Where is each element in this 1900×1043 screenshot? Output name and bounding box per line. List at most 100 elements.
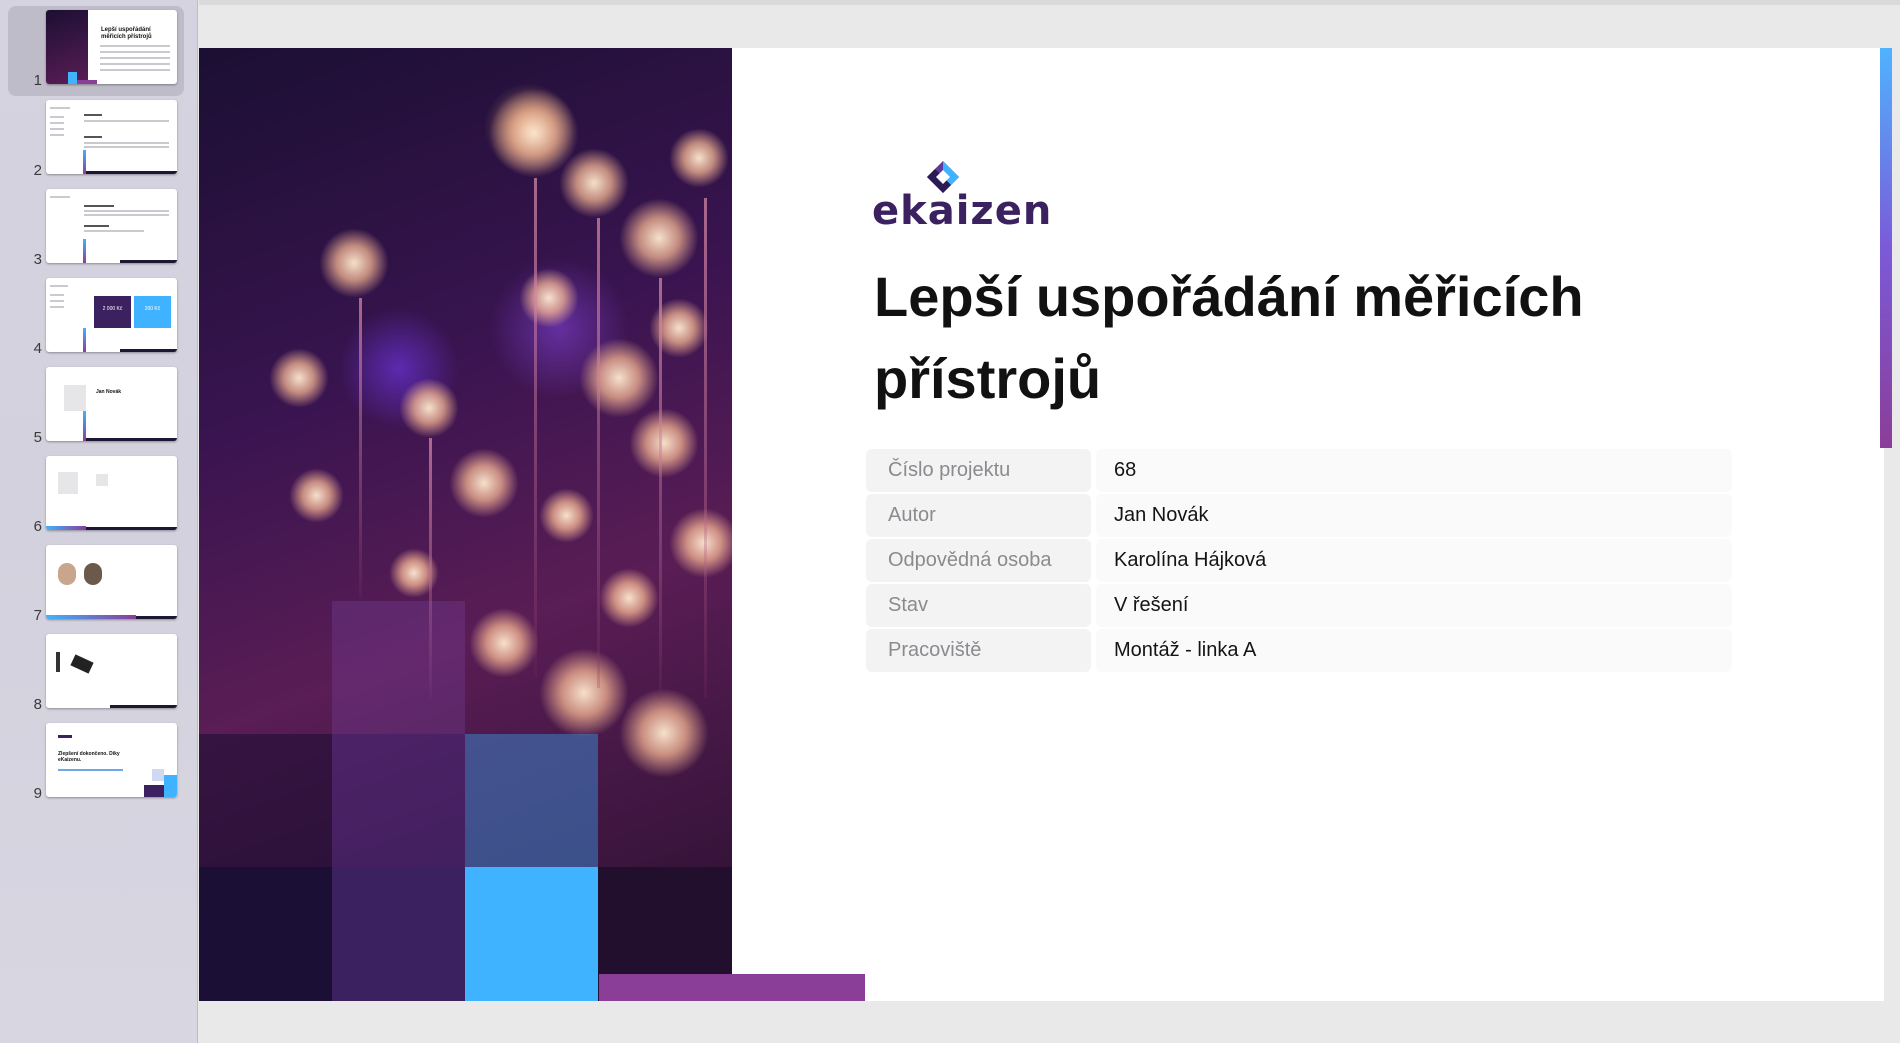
slide-thumbnail-2[interactable]: 2 <box>0 100 198 186</box>
slide-number: 9 <box>33 785 42 802</box>
thumbnail-preview <box>46 100 177 174</box>
bokeh-light <box>619 198 699 278</box>
thumb-bar <box>120 260 177 263</box>
thumb-block <box>164 775 177 797</box>
slide-number: 3 <box>33 251 42 268</box>
thumbnail-preview: Jan Novák <box>46 367 177 441</box>
avatar-icon <box>64 385 86 411</box>
bokeh-light <box>289 468 344 523</box>
vertical-scrollbar[interactable] <box>1880 48 1892 448</box>
thumb-title: Zlepšení dokončeno. Díky eKaizenu. <box>58 751 120 763</box>
bokeh-light <box>649 298 709 358</box>
thumb-link-line <box>58 769 123 771</box>
thumb-bar <box>120 349 177 352</box>
bokeh-light <box>449 448 519 518</box>
bokeh-light <box>469 608 539 678</box>
info-row-project-number: Číslo projektu 68 <box>866 449 1732 494</box>
slide-title[interactable]: Lepší uspořádání měřicích přístrojů <box>874 256 1654 420</box>
info-label: Pracoviště <box>866 629 1091 672</box>
bokeh-light <box>399 378 459 438</box>
device-icon <box>70 654 94 674</box>
bulb-stem <box>534 178 537 678</box>
thumb-line <box>100 45 170 47</box>
bokeh-light <box>669 128 729 188</box>
thumb-bar <box>110 705 177 708</box>
thumb-line <box>84 146 169 148</box>
thumb-line <box>84 230 144 232</box>
info-label: Autor <box>866 494 1091 537</box>
thumb-accent <box>83 411 86 441</box>
overlay-block <box>332 601 465 734</box>
slide-thumbnail-3[interactable]: 3 <box>0 189 198 275</box>
slide-thumbnail-5[interactable]: 5 Jan Novák <box>0 367 198 453</box>
slide-thumbnail-4[interactable]: 4 2 000 Kč 200 Kč <box>0 278 198 364</box>
bokeh-light <box>669 508 732 578</box>
thumb-bar <box>86 171 177 174</box>
slide-thumbnail-7[interactable]: 7 <box>0 545 198 631</box>
info-value: 68 <box>1096 449 1732 492</box>
thumb-line <box>84 210 169 212</box>
slide-thumbnail-8[interactable]: 8 <box>0 634 198 720</box>
info-label: Číslo projektu <box>866 449 1091 492</box>
info-row-author: Autor Jan Novák <box>866 494 1732 539</box>
bokeh-light <box>579 338 659 418</box>
thumb-line <box>84 136 102 138</box>
info-value: Montáž - linka A <box>1096 629 1732 672</box>
project-info-table[interactable]: Číslo projektu 68 Autor Jan Novák Odpově… <box>866 449 1732 674</box>
thumb-name: Jan Novák <box>96 389 122 395</box>
thumb-line <box>50 294 64 296</box>
bokeh-light <box>559 148 629 218</box>
thumb-line <box>50 116 64 118</box>
logo-wordmark: ekaizen <box>872 188 1053 234</box>
thumb-bar <box>86 527 177 530</box>
thumb-line <box>50 196 70 198</box>
device-icon <box>56 652 60 672</box>
info-value: Karolína Hájková <box>1096 539 1732 582</box>
light-bulbs-photo <box>199 48 732 1001</box>
slide-canvas[interactable]: ekaizen Lepší uspořádání měřicích přístr… <box>199 48 1884 1001</box>
thumb-accent <box>46 526 86 530</box>
bokeh-light <box>319 228 389 298</box>
thumb-line <box>84 214 169 216</box>
slide-number: 1 <box>33 72 42 89</box>
logo-icon <box>58 735 72 738</box>
slide-thumbnail-1[interactable]: 1 Lepší uspořádání měřicích přístrojů <box>0 6 198 96</box>
bokeh-light <box>269 348 329 408</box>
thumbnail-preview <box>46 189 177 263</box>
slide-number: 4 <box>33 340 42 357</box>
thumbnail-preview: Lepší uspořádání měřicích přístrojů <box>46 10 177 84</box>
thumb-line <box>84 142 169 144</box>
slide-number: 7 <box>33 607 42 624</box>
person-photo-icon <box>58 563 76 585</box>
thumb-line <box>50 128 64 130</box>
bulb-stem <box>659 278 662 698</box>
thumb-line <box>100 51 170 53</box>
slide-number: 6 <box>33 518 42 535</box>
accent-bar <box>599 974 865 1001</box>
slide-thumbnail-9[interactable]: 9 Zlepšení dokončeno. Díky eKaizenu. <box>0 723 198 809</box>
bulb-stem <box>704 198 707 698</box>
info-row-responsible-person: Odpovědná osoba Karolína Hájková <box>866 539 1732 584</box>
thumbnail-preview <box>46 545 177 619</box>
bokeh-light <box>619 688 709 778</box>
slide-thumbnail-sidebar: 1 Lepší uspořádání měřicích přístrojů 2 <box>0 0 198 1043</box>
overlay-block <box>332 867 465 1001</box>
thumb-line <box>50 122 64 124</box>
slide-thumbnail-6[interactable]: 6 <box>0 456 198 542</box>
thumb-block <box>68 72 77 84</box>
thumb-block <box>77 80 97 84</box>
thumb-accent <box>46 615 136 619</box>
avatar-icon <box>58 472 78 494</box>
thumb-line <box>50 134 64 136</box>
info-label: Odpovědná osoba <box>866 539 1091 582</box>
info-row-status: Stav V řešení <box>866 584 1732 629</box>
thumb-line <box>100 63 170 65</box>
info-value: Jan Novák <box>1096 494 1732 537</box>
info-value: V řešení <box>1096 584 1732 627</box>
overlay-block <box>332 734 465 867</box>
bulb-stem <box>359 298 362 598</box>
thumb-line <box>100 69 170 71</box>
thumb-accent <box>83 328 86 352</box>
overlay-block <box>465 867 598 1001</box>
thumb-line <box>84 225 109 227</box>
